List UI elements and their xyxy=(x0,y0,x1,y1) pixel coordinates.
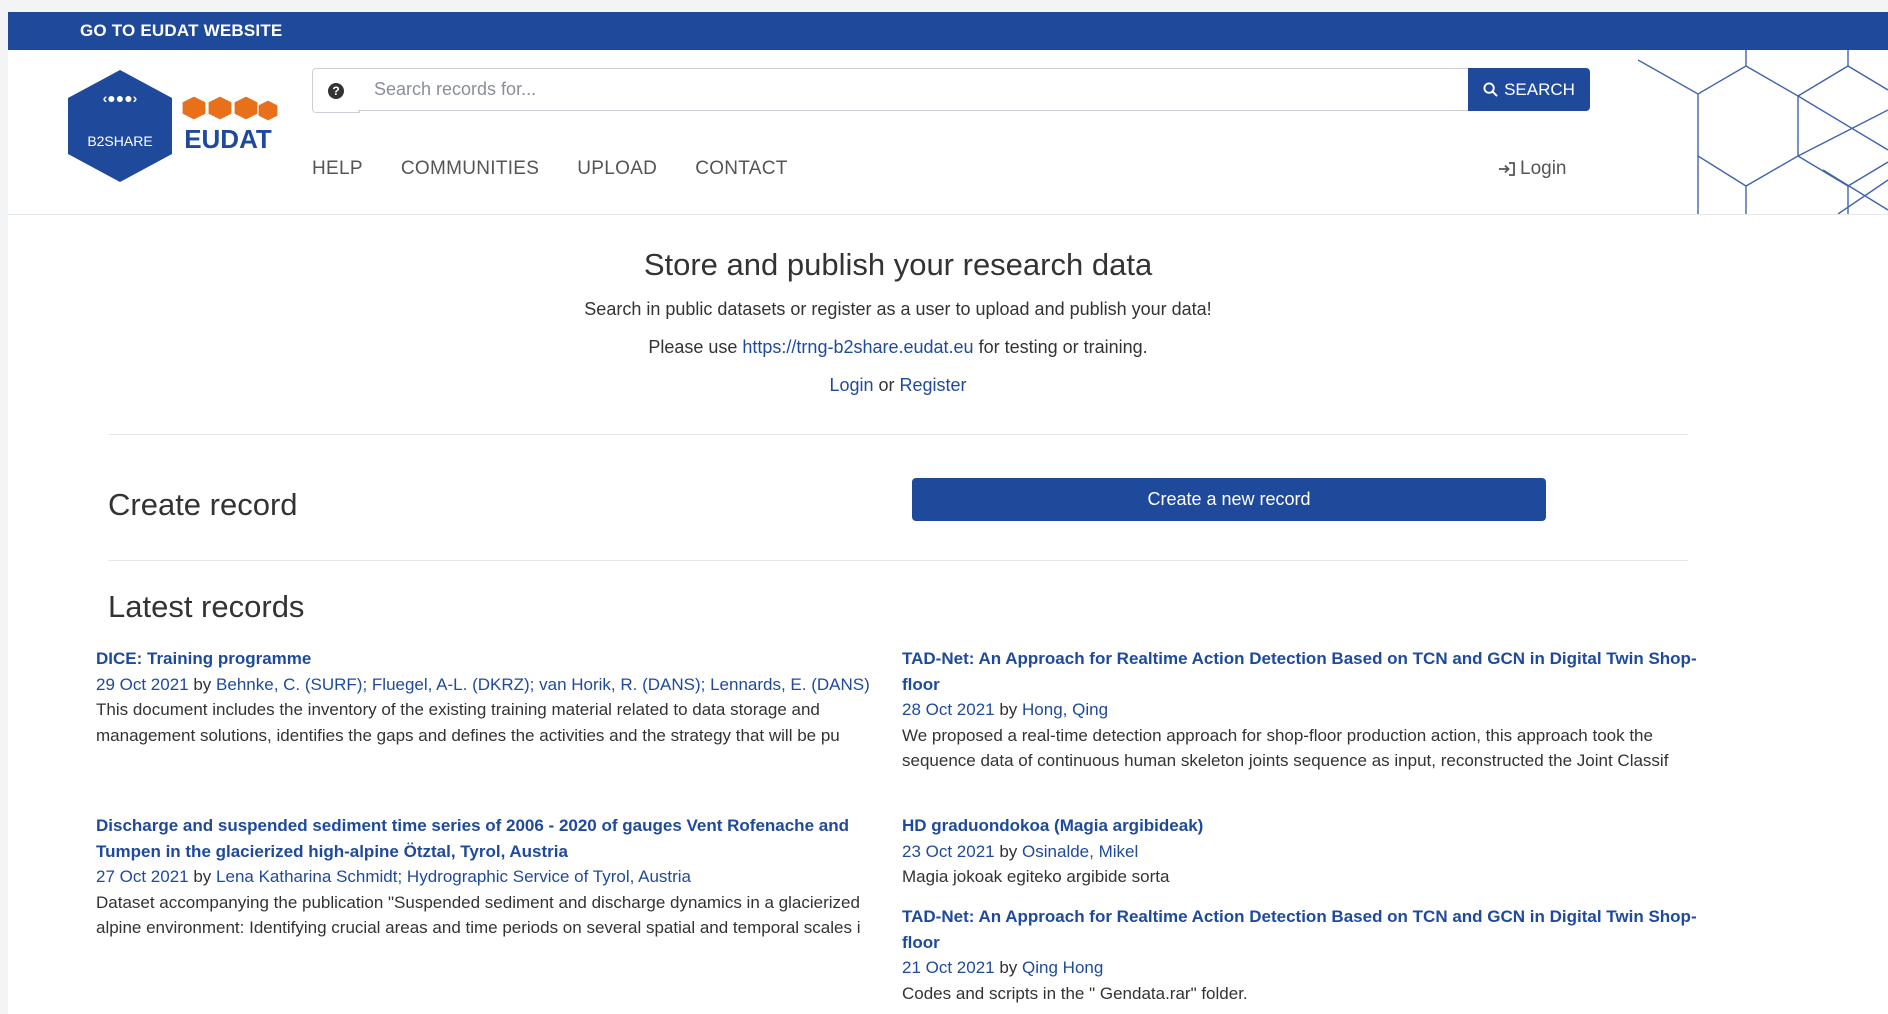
search-help-button[interactable]: ? xyxy=(312,68,360,113)
record-date: 21 Oct 2021 xyxy=(902,958,995,977)
question-circle-icon: ? xyxy=(328,82,344,99)
record-meta: 27 Oct 2021 by Lena Katharina Schmidt; H… xyxy=(96,867,691,886)
record-meta: 29 Oct 2021 by Behnke, C. (SURF); Fluege… xyxy=(96,675,870,694)
hero-register-link[interactable]: Register xyxy=(900,375,967,395)
login-label: Login xyxy=(1520,158,1567,179)
divider xyxy=(108,434,1688,435)
record-item: TAD-Net: An Approach for Realtime Action… xyxy=(902,904,1702,1006)
hero-testing-note: Please use https://trng-b2share.eudat.eu… xyxy=(8,337,1788,358)
record-title[interactable]: Discharge and suspended sediment time se… xyxy=(96,816,849,861)
record-date: 23 Oct 2021 xyxy=(902,841,995,861)
nav-contact[interactable]: CONTACT xyxy=(695,158,788,180)
hero-description: Search in public datasets or register as… xyxy=(584,299,1212,319)
svg-text:‹●●●›: ‹●●●› xyxy=(103,90,138,106)
record-authors[interactable]: Osinalde, Mikel xyxy=(1022,842,1138,861)
record-by: by xyxy=(994,958,1023,977)
or-text: or xyxy=(873,375,900,395)
search-icon xyxy=(1483,82,1498,97)
record-meta: 28 Oct 2021 by Hong, Qing xyxy=(902,700,1108,719)
latest-records-heading: Latest records xyxy=(108,589,305,624)
record-item: DICE: Training programme 29 Oct 2021 by … xyxy=(96,646,896,748)
record-authors[interactable]: Qing Hong xyxy=(1022,958,1103,977)
record-authors[interactable]: Behnke, C. (SURF); Fluegel, A-L. (DKRZ);… xyxy=(216,675,870,694)
record-title[interactable]: HD graduondokoa (Magia argibideak) xyxy=(902,816,1203,835)
testing-note-post: for testing or training. xyxy=(973,337,1148,357)
record-description: Codes and scripts in the " Gendata.rar" … xyxy=(902,983,1248,1003)
svg-text:B2SHARE: B2SHARE xyxy=(87,133,152,149)
hero-login-link[interactable]: Login xyxy=(829,375,873,395)
record-date: 28 Oct 2021 xyxy=(902,700,995,719)
record-authors[interactable]: Lena Katharina Schmidt; Hydrographic Ser… xyxy=(216,867,691,886)
login-link[interactable]: Login xyxy=(1498,158,1567,180)
record-description: Dataset accompanying the publication "Su… xyxy=(96,892,861,938)
hexagon-pattern-decoration xyxy=(1638,50,1888,214)
record-item: Discharge and suspended sediment time se… xyxy=(96,813,896,941)
page: GO TO EUDAT WEBSITE ‹●●●› B2SHARE EUDAT … xyxy=(8,12,1888,1014)
record-meta: 23 Oct 2021 by Osinalde, Mikel xyxy=(902,842,1138,861)
record-item: TAD-Net: An Approach for Realtime Action… xyxy=(902,646,1702,774)
main-nav: HELP COMMUNITIES UPLOAD CONTACT xyxy=(312,158,788,180)
hero-title: Store and publish your research data xyxy=(643,247,1153,282)
record-description: Magia jokoak egiteko argibide sorta xyxy=(902,867,1170,886)
record-by: by xyxy=(188,674,217,694)
record-title[interactable]: DICE: Training programme xyxy=(96,649,311,668)
record-description: We proposed a real-time detection approa… xyxy=(902,725,1669,771)
eudat-website-link[interactable]: GO TO EUDAT WEBSITE xyxy=(80,21,282,41)
record-title[interactable]: TAD-Net: An Approach for Realtime Action… xyxy=(902,907,1697,952)
search-input[interactable] xyxy=(358,68,1474,111)
record-description: This document includes the inventory of … xyxy=(96,700,840,745)
create-new-record-button[interactable]: Create a new record xyxy=(912,478,1546,521)
hero-section: Store and publish your research data Sea… xyxy=(8,247,1788,395)
top-bar: GO TO EUDAT WEBSITE xyxy=(8,12,1888,50)
training-instance-link[interactable]: https://trng-b2share.eudat.eu xyxy=(742,337,973,357)
divider xyxy=(108,560,1688,561)
record-item: HD graduondokoa (Magia argibideak) 23 Oc… xyxy=(902,813,1702,890)
nav-communities[interactable]: COMMUNITIES xyxy=(401,158,539,180)
record-date: 29 Oct 2021 xyxy=(96,674,189,694)
hero-auth-links: Login or Register xyxy=(8,375,1788,396)
create-record-heading: Create record xyxy=(108,487,298,522)
record-by: by xyxy=(994,841,1023,861)
search-bar: ? SEARCH xyxy=(312,68,1590,113)
nav-help[interactable]: HELP xyxy=(312,158,363,180)
record-meta: 21 Oct 2021 by Qing Hong xyxy=(902,958,1103,977)
header: ‹●●●› B2SHARE EUDAT ? SEARCH xyxy=(8,50,1888,215)
record-by: by xyxy=(188,867,217,886)
record-authors[interactable]: Hong, Qing xyxy=(1022,700,1108,719)
b2share-logo[interactable]: ‹●●●› B2SHARE xyxy=(68,70,172,182)
search-button[interactable]: SEARCH xyxy=(1468,68,1590,111)
record-title[interactable]: TAD-Net: An Approach for Realtime Action… xyxy=(902,649,1697,694)
sign-in-icon xyxy=(1499,162,1515,176)
testing-note-pre: Please use xyxy=(648,337,743,357)
record-date: 27 Oct 2021 xyxy=(96,867,189,886)
nav-upload[interactable]: UPLOAD xyxy=(577,158,657,180)
eudat-logo[interactable]: EUDAT xyxy=(180,92,280,156)
record-by: by xyxy=(994,700,1023,719)
svg-text:EUDAT: EUDAT xyxy=(184,124,272,154)
search-button-label: SEARCH xyxy=(1504,79,1575,99)
